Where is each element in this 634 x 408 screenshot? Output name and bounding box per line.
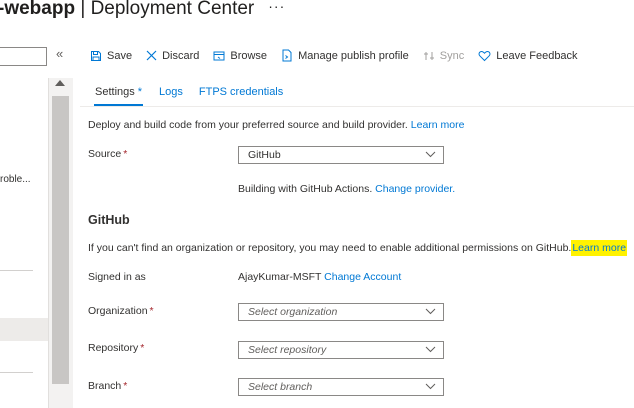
- chevron-down-icon: [425, 383, 436, 390]
- source-label: Source *: [88, 148, 128, 160]
- left-divider: [0, 372, 33, 373]
- publish-profile-icon: [282, 49, 292, 62]
- sync-icon: [423, 51, 434, 60]
- left-nav-item[interactable]: roble...: [0, 174, 31, 185]
- page-title: -webapp | Deployment Center ···: [0, 0, 285, 20]
- scroll-up-arrow-icon[interactable]: [55, 80, 65, 86]
- chevron-down-icon: [425, 151, 436, 158]
- browse-button[interactable]: Browse: [213, 50, 267, 62]
- chevron-down-icon: [425, 308, 436, 315]
- app-name: -webapp: [0, 0, 76, 19]
- intro-text: Deploy and build code from your preferre…: [88, 119, 465, 131]
- branch-dropdown[interactable]: Select branch: [238, 378, 444, 396]
- signed-in-label: Signed in as: [88, 271, 146, 283]
- left-divider: [0, 270, 33, 271]
- permissions-learn-more-link[interactable]: Learn more: [571, 240, 628, 256]
- github-section-title: GitHub: [88, 213, 130, 227]
- collapse-panel-button[interactable]: «: [56, 46, 63, 61]
- manage-publish-profile-button[interactable]: Manage publish profile: [281, 49, 409, 62]
- title-separator: |: [75, 0, 91, 19]
- signed-in-user: AjayKumar-MSFT Change Account: [238, 271, 402, 283]
- unsaved-marker: *: [137, 86, 143, 98]
- source-dropdown[interactable]: GitHub: [238, 146, 444, 164]
- tab-ftps-credentials[interactable]: FTPS credentials: [199, 86, 283, 106]
- command-bar: Save Discard Browse Manage publish profi…: [90, 49, 592, 62]
- repository-dropdown[interactable]: Select repository: [238, 341, 444, 359]
- save-button[interactable]: Save: [90, 50, 132, 62]
- close-icon: [146, 50, 157, 61]
- tab-divider: [80, 106, 634, 107]
- change-account-link[interactable]: Change Account: [324, 271, 401, 283]
- repository-label: Repository *: [88, 342, 145, 354]
- heart-icon: [478, 50, 491, 61]
- more-options-button[interactable]: ···: [268, 0, 285, 14]
- permissions-text: If you can't find an organization or rep…: [88, 240, 628, 256]
- browse-icon: [213, 51, 225, 60]
- tab-logs[interactable]: Logs: [159, 86, 183, 106]
- intro-learn-more-link[interactable]: Learn more: [411, 119, 465, 131]
- left-nav-selected-item[interactable]: [0, 318, 48, 341]
- organization-label: Organization *: [88, 305, 154, 317]
- tab-list: Settings * Logs FTPS credentials: [94, 86, 299, 106]
- left-search-input[interactable]: [0, 47, 47, 66]
- sync-button[interactable]: Sync: [423, 50, 464, 62]
- scrollbar-thumb[interactable]: [52, 96, 69, 384]
- page-name: Deployment Center: [90, 0, 255, 19]
- tab-settings[interactable]: Settings *: [94, 86, 144, 106]
- discard-button[interactable]: Discard: [146, 50, 199, 62]
- build-provider-text: Building with GitHub Actions. Change pro…: [238, 183, 456, 195]
- change-provider-link[interactable]: Change provider.: [375, 183, 455, 195]
- chevron-down-icon: [425, 346, 436, 353]
- organization-dropdown[interactable]: Select organization: [238, 303, 444, 321]
- leave-feedback-button[interactable]: Leave Feedback: [478, 50, 578, 62]
- branch-label: Branch *: [88, 380, 128, 392]
- save-icon: [91, 50, 101, 61]
